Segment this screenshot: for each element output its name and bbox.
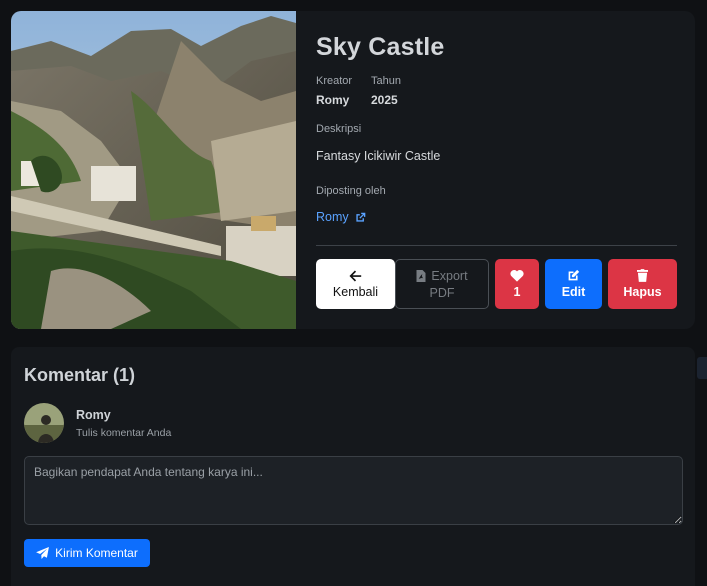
external-link-icon xyxy=(356,212,365,222)
back-label: Kembali xyxy=(332,284,379,299)
arrow-left-icon xyxy=(349,270,362,281)
comments-card: Komentar (1) Romy Tulis komentar Anda Ki… xyxy=(11,347,695,586)
divider xyxy=(316,245,677,246)
year-value: 2025 xyxy=(371,93,398,107)
edit-label: Edit xyxy=(561,285,586,299)
creator-value: Romy xyxy=(316,93,350,107)
avatar xyxy=(24,403,64,443)
send-icon xyxy=(36,547,50,559)
like-button[interactable]: 1 xyxy=(495,259,539,309)
edit-button[interactable]: Edit xyxy=(545,259,602,309)
description-text: Fantasy Icikiwir Castle xyxy=(316,149,441,163)
delete-button[interactable]: Hapus xyxy=(608,259,677,309)
user-avatar-icon xyxy=(24,403,64,443)
like-count: 1 xyxy=(513,285,521,299)
landscape-photo-icon xyxy=(11,11,296,329)
posted-by-name: Romy xyxy=(316,210,349,224)
trash-icon xyxy=(637,269,648,282)
comment-hint: Tulis komentar Anda xyxy=(76,427,172,439)
heart-icon xyxy=(510,270,524,282)
description-label: Deskripsi xyxy=(316,123,362,135)
comment-user-name: Romy xyxy=(76,408,111,422)
posted-by-link[interactable]: Romy xyxy=(316,210,366,224)
back-button[interactable]: Kembali xyxy=(316,259,395,309)
submit-label: Kirim Komentar xyxy=(55,546,138,560)
submit-comment-button[interactable]: Kirim Komentar xyxy=(24,539,150,567)
comment-input[interactable] xyxy=(24,456,683,525)
comments-title: Komentar (1) xyxy=(24,365,136,385)
year-label: Tahun xyxy=(371,75,401,87)
creator-label: Kreator xyxy=(316,75,353,87)
edit-icon xyxy=(568,269,580,281)
file-pdf-icon xyxy=(416,269,426,282)
artwork-image xyxy=(11,11,296,329)
export-pdf-button[interactable]: Export PDF xyxy=(395,259,489,309)
export-label-line1: Export xyxy=(431,268,468,283)
artwork-title: Sky Castle xyxy=(316,33,445,61)
artwork-card: Sky Castle Kreator Romy Tahun 2025 Deskr… xyxy=(11,11,695,329)
scroll-edge-indicator xyxy=(697,357,707,379)
delete-label: Hapus xyxy=(623,285,662,299)
posted-by-label: Diposting oleh xyxy=(316,185,386,197)
export-label-line2: PDF xyxy=(429,285,455,300)
